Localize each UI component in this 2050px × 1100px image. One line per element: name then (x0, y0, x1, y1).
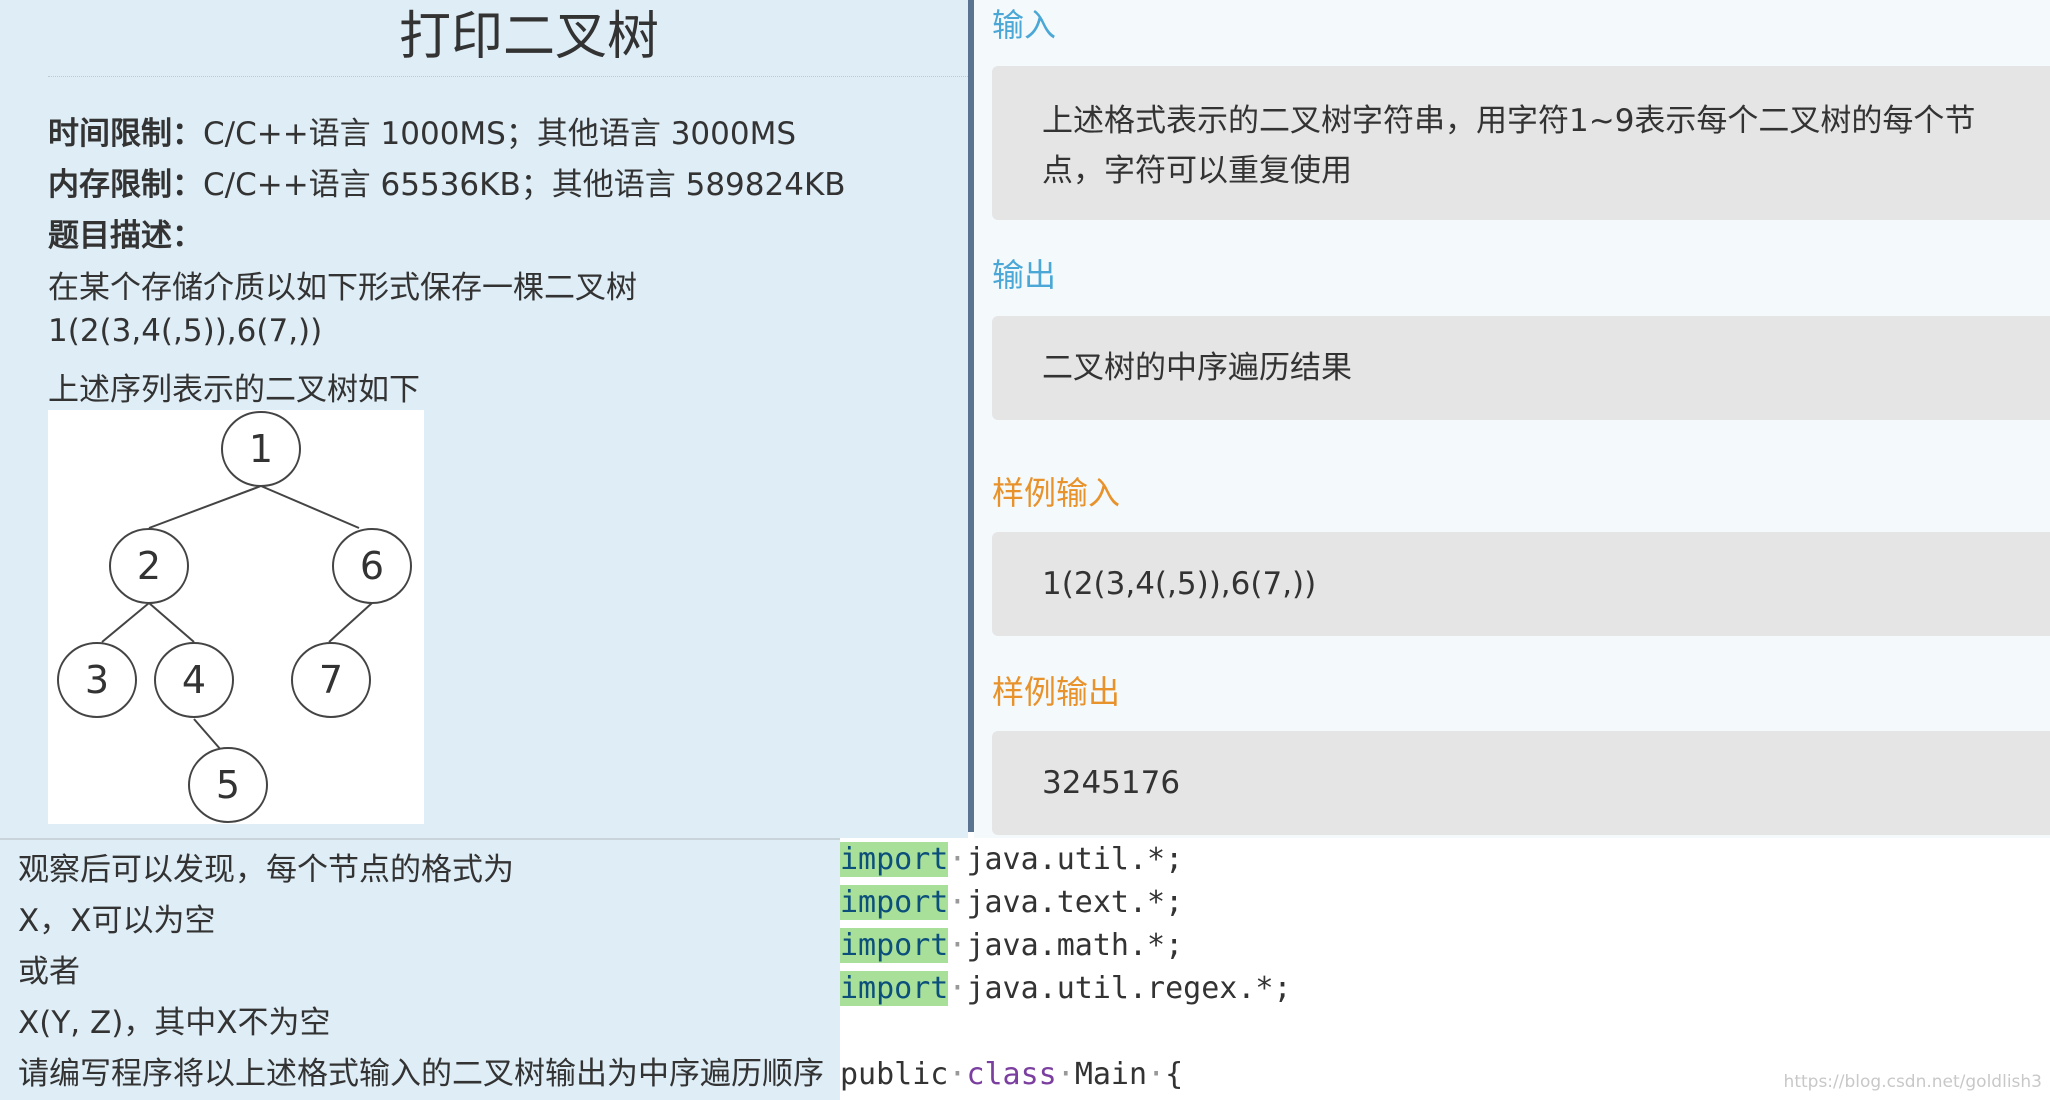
code-text: java.util.*; (966, 842, 1184, 877)
tree-node-label: 5 (216, 763, 240, 807)
code-text: java.math.*; (966, 928, 1184, 963)
tree-node-label: 4 (182, 658, 206, 702)
sample-output-value: 3245176 (1042, 765, 1181, 801)
tree-edge (101, 602, 150, 643)
code-keyword: import (840, 971, 949, 1006)
tree-edge (148, 485, 262, 529)
description-line: 请编写程序将以上述格式输入的二叉树输出为中序遍历顺序 (18, 1056, 824, 1092)
code-text: { (1165, 1057, 1184, 1092)
watermark: https://blog.csdn.net/goldlish3 (1783, 1072, 2042, 1092)
description-line: 或者 (18, 954, 80, 990)
code-line: import·java.math.*; (840, 928, 1184, 963)
code-text: Main (1074, 1057, 1148, 1092)
input-heading: 输入 (992, 6, 1057, 44)
description-line: X，X可以为空 (18, 903, 216, 939)
description-line: 观察后可以发现，每个节点的格式为 (18, 852, 514, 888)
tree-node-label: 6 (360, 544, 384, 588)
problem-panel: 打印二叉树 时间限制：C/C++语言 1000MS；其他语言 3000MS 内存… (0, 0, 968, 838)
output-description-box: 二叉树的中序遍历结果 (992, 316, 2050, 420)
code-line: public·class·Main·{ (840, 1057, 1184, 1092)
time-limit-label: 时间限制： (48, 116, 203, 152)
sample-output-heading: 样例输出 (992, 673, 1121, 711)
tree-node-label: 3 (85, 658, 109, 702)
code-keyword: import (840, 842, 949, 877)
code-keyword: import (840, 928, 949, 963)
description-continuation-panel: 观察后可以发现，每个节点的格式为 X，X可以为空 或者 X(Y, Z)，其中X不… (0, 838, 840, 1100)
code-line: import·java.text.*; (840, 885, 1184, 920)
description-line: 在某个存储介质以如下形式保存一棵二叉树 (48, 270, 637, 306)
description-label-text: 题目描述： (48, 218, 203, 254)
tree-node-label: 1 (249, 427, 273, 471)
sample-input-value: 1(2(3,4(,5)),6(7,)) (1042, 566, 1317, 602)
output-description: 二叉树的中序遍历结果 (1042, 350, 1352, 386)
input-description-line: 点，字符可以重复使用 (1042, 153, 1352, 189)
memory-limit: 内存限制：C/C++语言 65536KB；其他语言 589824KB (48, 159, 846, 204)
output-heading: 输出 (992, 256, 1057, 294)
time-limit-value: C/C++语言 1000MS；其他语言 3000MS (203, 116, 797, 152)
title-divider (48, 76, 968, 77)
description-line: X(Y, Z)，其中X不为空 (18, 1005, 331, 1041)
code-text: java.text.*; (966, 885, 1184, 920)
tree-edge (148, 602, 195, 643)
code-line: import·java.util.*; (840, 842, 1184, 877)
tree-edge (260, 485, 360, 529)
memory-limit-label: 内存限制： (48, 167, 203, 203)
description-line: 上述序列表示的二叉树如下 (48, 372, 420, 408)
code-text: java.util.regex.*; (966, 971, 1292, 1006)
code-keyword: import (840, 885, 949, 920)
problem-title: 打印二叉树 (398, 7, 659, 67)
sample-input-box: 1(2(3,4(,5)),6(7,)) (992, 532, 2050, 636)
description-sequence: 1(2(3,4(,5)),6(7,)) (48, 313, 323, 349)
code-keyword: class (966, 1057, 1057, 1092)
sample-output-box: 3245176 (992, 731, 2050, 835)
code-editor[interactable]: import·java.util.*; import·java.text.*; … (840, 838, 2050, 1098)
binary-tree-svg: 1 2 6 3 4 7 5 (57, 411, 412, 823)
memory-limit-value: C/C++语言 65536KB；其他语言 589824KB (203, 167, 846, 203)
io-panel: 输入 上述格式表示的二叉树字符串，用字符1~9表示每个二叉树的每个节 点，字符可… (974, 0, 2050, 841)
sample-input-heading: 样例输入 (992, 474, 1121, 512)
description-label: 题目描述： (48, 210, 203, 255)
code-keyword: public (840, 1057, 949, 1092)
time-limit: 时间限制：C/C++语言 1000MS；其他语言 3000MS (48, 108, 796, 153)
input-description-line: 上述格式表示的二叉树字符串，用字符1~9表示每个二叉树的每个节 (1042, 103, 1976, 139)
tree-node-label: 7 (319, 658, 343, 702)
binary-tree-figure: 1 2 6 3 4 7 5 (48, 410, 424, 824)
tree-edge (328, 602, 373, 643)
input-description-box: 上述格式表示的二叉树字符串，用字符1~9表示每个二叉树的每个节 点，字符可以重复… (992, 66, 2050, 220)
code-line: import·java.util.regex.*; (840, 971, 1292, 1006)
tree-node-label: 2 (137, 544, 161, 588)
